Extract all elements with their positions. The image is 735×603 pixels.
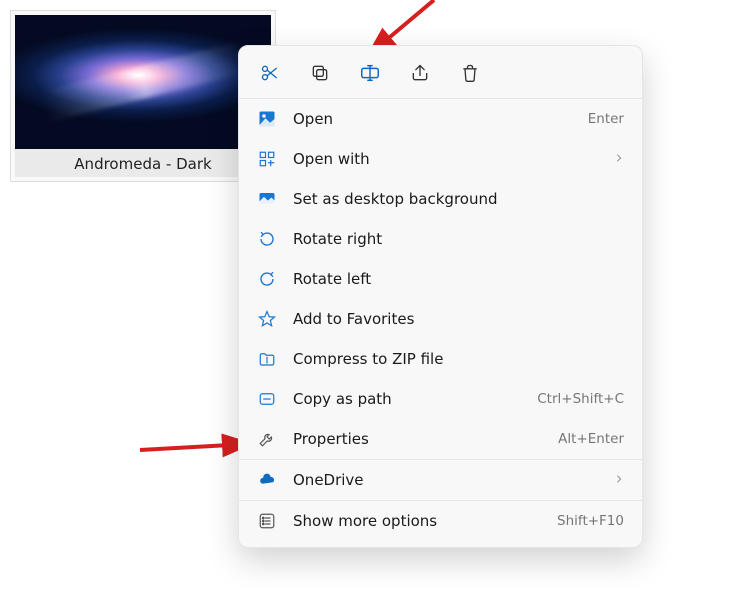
menu-label: Set as desktop background [293, 190, 624, 208]
share-icon [410, 63, 430, 83]
delete-button[interactable] [459, 62, 481, 84]
menu-label: Open [293, 110, 588, 128]
trash-icon [460, 63, 480, 83]
menu-label: Properties [293, 430, 558, 448]
menu-shortcut: Ctrl+Shift+C [537, 391, 624, 407]
menu-shortcut: Alt+Enter [558, 431, 624, 447]
chevron-right-icon [614, 151, 624, 167]
menu-item-set-background[interactable]: Set as desktop background [239, 179, 642, 219]
star-icon [257, 309, 277, 329]
open-with-icon [257, 149, 277, 169]
cut-button[interactable] [259, 62, 281, 84]
context-menu: Open Enter Open with Set as desktop back… [238, 45, 643, 548]
menu-label: OneDrive [293, 471, 614, 489]
menu-label: Open with [293, 150, 614, 168]
onedrive-icon [257, 470, 277, 490]
rotate-left-icon [257, 269, 277, 289]
menu-item-open-with[interactable]: Open with [239, 139, 642, 179]
menu-label: Add to Favorites [293, 310, 624, 328]
menu-item-open[interactable]: Open Enter [239, 99, 642, 139]
menu-shortcut: Shift+F10 [557, 513, 624, 529]
file-label: Andromeda - Dark [15, 149, 271, 177]
wrench-icon [257, 429, 277, 449]
file-tile[interactable]: Andromeda - Dark [10, 10, 276, 182]
menu-label: Copy as path [293, 390, 537, 408]
arrow-annotation-properties [134, 428, 244, 464]
rename-icon [359, 62, 381, 84]
share-button[interactable] [409, 62, 431, 84]
chevron-right-icon [614, 472, 624, 488]
menu-shortcut: Enter [588, 111, 624, 127]
menu-item-compress[interactable]: Compress to ZIP file [239, 339, 642, 379]
menu-item-more-options[interactable]: Show more options Shift+F10 [239, 501, 642, 541]
menu-item-favorites[interactable]: Add to Favorites [239, 299, 642, 339]
menu-item-copy-path[interactable]: Copy as path Ctrl+Shift+C [239, 379, 642, 419]
menu-item-onedrive[interactable]: OneDrive [239, 460, 642, 500]
rotate-right-icon [257, 229, 277, 249]
context-menu-toolbar [239, 52, 642, 98]
menu-item-properties[interactable]: Properties Alt+Enter [239, 419, 642, 459]
rename-button[interactable] [359, 62, 381, 84]
scissors-icon [260, 63, 280, 83]
zip-icon [257, 349, 277, 369]
image-icon [257, 109, 277, 129]
file-thumbnail [15, 15, 271, 149]
menu-label: Rotate left [293, 270, 624, 288]
menu-item-rotate-left[interactable]: Rotate left [239, 259, 642, 299]
copy-path-icon [257, 389, 277, 409]
copy-button[interactable] [309, 62, 331, 84]
desktop-background-icon [257, 189, 277, 209]
more-options-icon [257, 511, 277, 531]
menu-item-rotate-right[interactable]: Rotate right [239, 219, 642, 259]
menu-label: Compress to ZIP file [293, 350, 624, 368]
menu-label: Show more options [293, 512, 557, 530]
menu-label: Rotate right [293, 230, 624, 248]
copy-icon [310, 63, 330, 83]
